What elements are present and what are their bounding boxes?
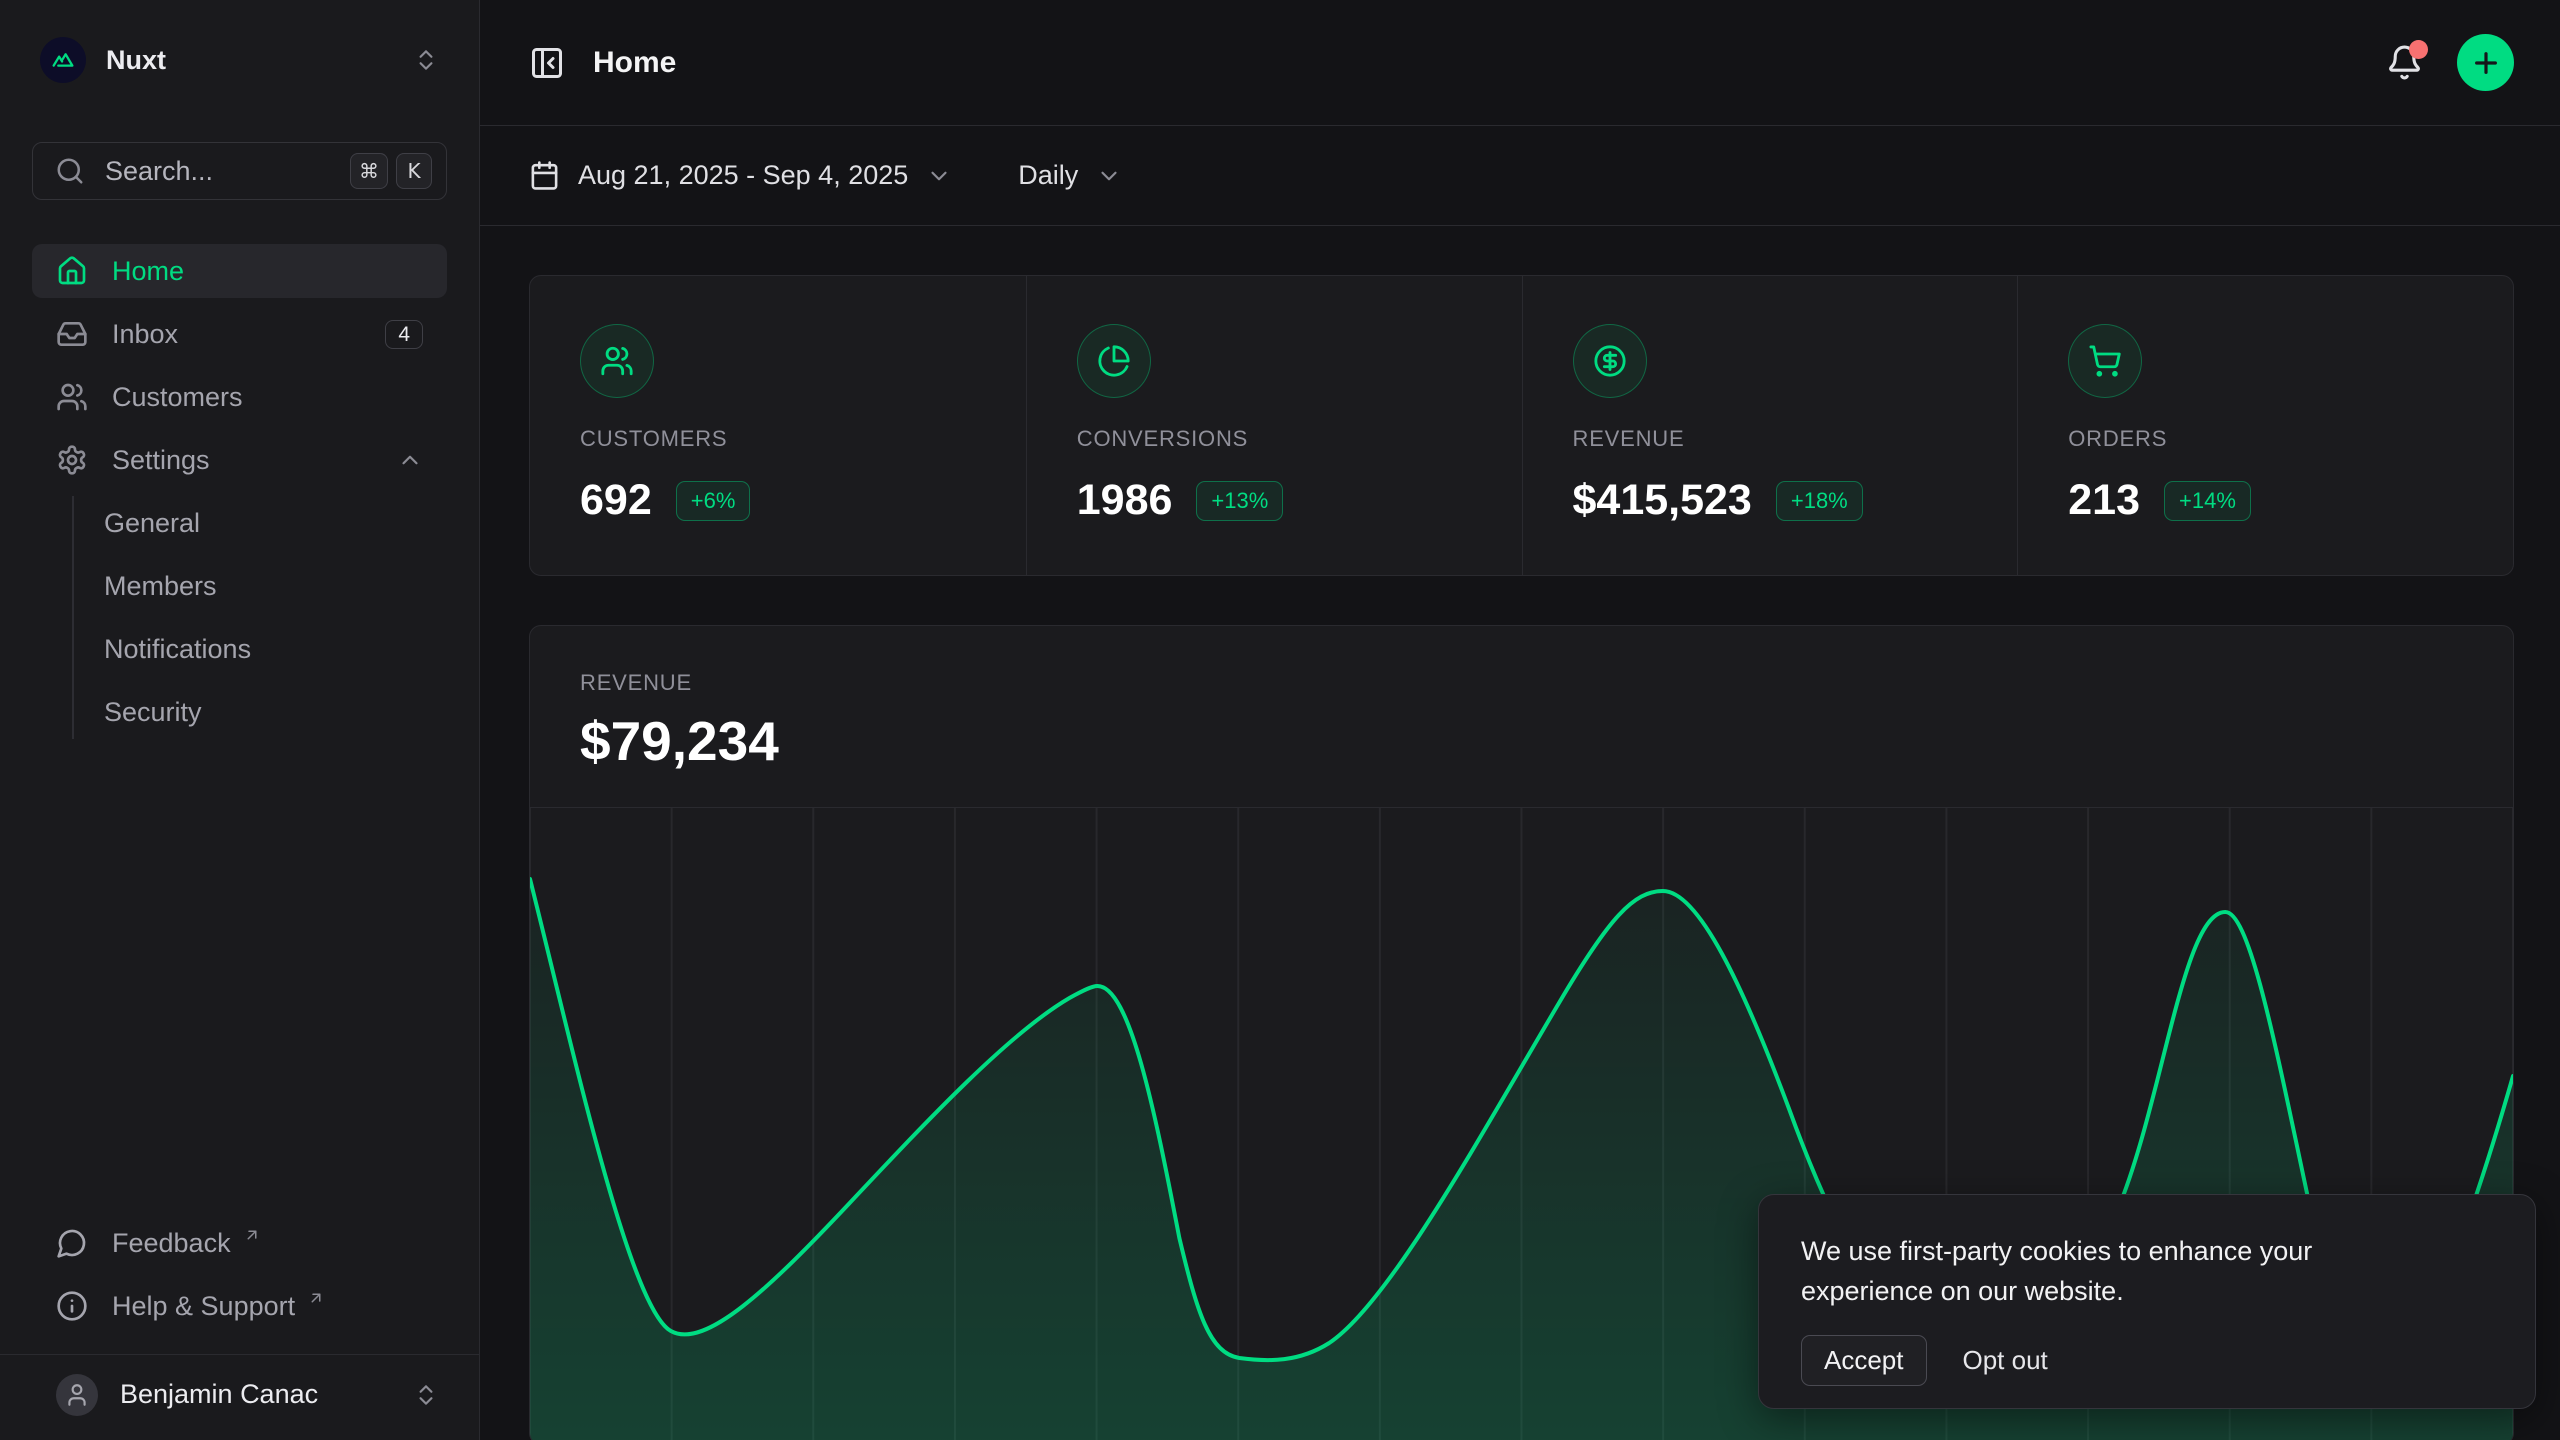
kbd-cmd: ⌘ <box>350 153 388 189</box>
stat-delta-badge: +14% <box>2164 481 2251 521</box>
cookie-actions: Accept Opt out <box>1801 1335 2493 1386</box>
stat-delta-badge: +18% <box>1776 481 1863 521</box>
external-link-icon <box>307 1289 325 1307</box>
sidebar-item-label: Customers <box>112 382 243 413</box>
sidebar-item-home[interactable]: Home <box>32 244 447 298</box>
chevrons-up-down-icon <box>413 47 439 73</box>
sidebar-item-notifications[interactable]: Notifications <box>74 622 447 676</box>
dollar-circle-icon <box>1573 324 1647 398</box>
help-support-link[interactable]: Help & Support <box>32 1279 447 1333</box>
page-header: Home <box>480 0 2560 126</box>
sidebar: Nuxt Search... ⌘ K Home <box>0 0 480 1440</box>
stat-orders: ORDERS 213 +14% <box>2017 276 2513 575</box>
team-name: Nuxt <box>106 45 393 76</box>
house-icon <box>56 255 88 287</box>
stat-conversions: CONVERSIONS 1986 +13% <box>1026 276 1522 575</box>
nuxt-logo-icon <box>40 37 86 83</box>
search-placeholder: Search... <box>105 156 330 187</box>
stat-delta-badge: +6% <box>676 481 751 521</box>
stat-customers: CUSTOMERS 692 +6% <box>530 276 1026 575</box>
stats-row: CUSTOMERS 692 +6% CONVERSIONS 1986 +13% <box>529 275 2514 576</box>
date-range-label: Aug 21, 2025 - Sep 4, 2025 <box>578 160 908 191</box>
cart-icon <box>2068 324 2142 398</box>
stat-label: ORDERS <box>2068 426 2513 452</box>
header-right <box>2386 34 2514 91</box>
sidebar-footer-nav: Feedback Help & Support <box>32 1216 447 1333</box>
calendar-icon <box>529 160 560 191</box>
sidebar-nav: Home Inbox 4 Customers Settings <box>32 244 447 739</box>
avatar <box>56 1374 98 1416</box>
stat-value: 213 <box>2068 476 2140 525</box>
feedback-link[interactable]: Feedback <box>32 1216 447 1270</box>
sidebar-item-customers[interactable]: Customers <box>32 370 447 424</box>
revenue-chart-label: REVENUE <box>580 670 2463 696</box>
users-icon <box>56 381 88 413</box>
stat-value: 692 <box>580 476 652 525</box>
sidebar-item-security[interactable]: Security <box>74 685 447 739</box>
date-range-picker[interactable]: Aug 21, 2025 - Sep 4, 2025 <box>529 160 952 191</box>
sidebar-item-label: Inbox <box>112 319 178 350</box>
stat-label: REVENUE <box>1573 426 2018 452</box>
collapse-sidebar-button[interactable] <box>529 45 565 81</box>
stat-delta-badge: +13% <box>1196 481 1283 521</box>
header-left: Home <box>529 45 676 81</box>
inbox-icon <box>56 318 88 350</box>
chevrons-up-down-icon <box>413 1382 439 1408</box>
revenue-chart-value: $79,234 <box>580 712 2463 770</box>
accept-button[interactable]: Accept <box>1801 1335 1927 1386</box>
period-label: Daily <box>1018 160 1078 191</box>
gear-icon <box>56 444 88 476</box>
stat-label: CONVERSIONS <box>1077 426 1522 452</box>
settings-subnav: General Members Notifications Security <box>72 496 447 739</box>
team-switcher[interactable]: Nuxt <box>32 36 447 84</box>
notification-dot <box>2409 40 2428 59</box>
sidebar-item-label: Home <box>112 256 184 287</box>
sidebar-item-settings[interactable]: Settings <box>32 433 447 487</box>
sidebar-spacer <box>0 739 479 1216</box>
user-menu[interactable]: Benjamin Canac <box>0 1355 479 1440</box>
pie-chart-icon <box>1077 324 1151 398</box>
info-circle-icon <box>56 1290 88 1322</box>
chevron-down-icon <box>926 163 952 189</box>
stat-value: $415,523 <box>1573 476 1752 525</box>
opt-out-button[interactable]: Opt out <box>1959 1336 2052 1385</box>
help-support-label: Help & Support <box>112 1291 295 1322</box>
inbox-count-badge: 4 <box>385 320 423 349</box>
chevron-down-icon <box>1096 163 1122 189</box>
filters-toolbar: Aug 21, 2025 - Sep 4, 2025 Daily <box>480 126 2560 226</box>
stat-revenue: REVENUE $415,523 +18% <box>1522 276 2018 575</box>
cookie-message: We use first-party cookies to enhance yo… <box>1801 1231 2441 1311</box>
search-icon <box>55 156 85 186</box>
period-select[interactable]: Daily <box>1018 160 1122 191</box>
kbd-k: K <box>396 153 432 189</box>
revenue-card-header: REVENUE $79,234 <box>530 626 2513 770</box>
search-input[interactable]: Search... ⌘ K <box>32 142 447 200</box>
plus-icon <box>2470 47 2502 79</box>
users-icon <box>580 324 654 398</box>
chevron-up-icon <box>397 447 423 473</box>
user-name: Benjamin Canac <box>120 1379 391 1410</box>
external-link-icon <box>243 1226 261 1244</box>
sidebar-item-general[interactable]: General <box>74 496 447 550</box>
sidebar-item-members[interactable]: Members <box>74 559 447 613</box>
stat-label: CUSTOMERS <box>580 426 1026 452</box>
feedback-label: Feedback <box>112 1228 231 1259</box>
message-circle-icon <box>56 1227 88 1259</box>
notifications-button[interactable] <box>2386 44 2423 81</box>
sidebar-item-label: Settings <box>112 445 210 476</box>
search-kbd-shortcut: ⌘ K <box>350 153 432 189</box>
cookie-banner: We use first-party cookies to enhance yo… <box>1758 1194 2536 1409</box>
page-title: Home <box>593 46 676 80</box>
stat-value: 1986 <box>1077 476 1173 525</box>
sidebar-item-inbox[interactable]: Inbox 4 <box>32 307 447 361</box>
add-button[interactable] <box>2457 34 2514 91</box>
